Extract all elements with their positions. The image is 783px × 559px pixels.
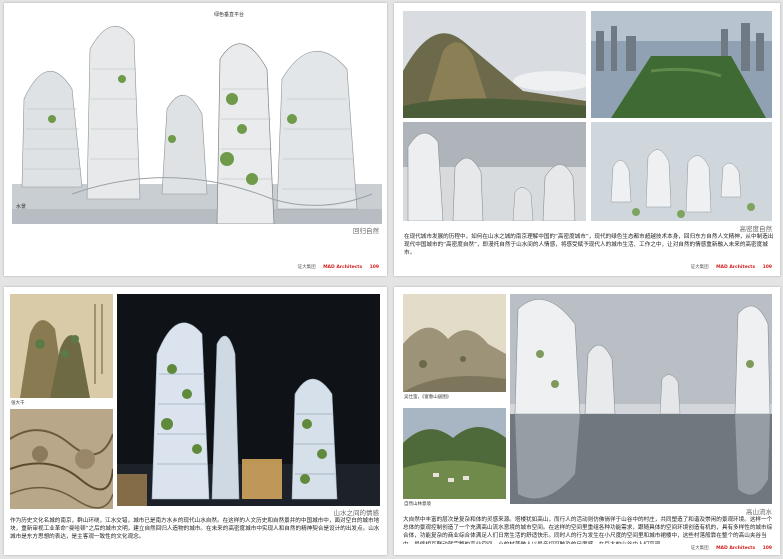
page-returning-to-nature: 绿色垂直平台 水景 回归自然 证大集团 MAD Architects 109 (4, 3, 387, 276)
page-footer: 证大集团 MAD Architects 109 (691, 545, 772, 551)
page-emotion-between-mountains: 张大千 山水之间的情感 作为历史文化名城的南京，群山环绕，江水交错，城市已是南方… (4, 287, 387, 555)
rock-texture-painting (10, 409, 113, 509)
mountain-photo (403, 11, 586, 118)
page-caption: 高密度自然 (739, 225, 773, 233)
towers-reflection-rendering (510, 294, 772, 504)
page-caption: 山水之间的情感 (333, 509, 380, 517)
footer-brand: MAD Architects (716, 546, 756, 551)
painting-label: 吴仕蛮，《富春山居图》 (404, 395, 452, 400)
water-annotation: 水景 (16, 204, 27, 210)
footer-page-number: 109 (762, 546, 772, 551)
page-footer: 证大集团 MAD Architects 109 (298, 264, 379, 270)
page-high-mountains-flowing-water: 吴仕蛮，《富春山居图》 自然山林意境 高山流水 大自然中丰富的层次是复杂和体的灵… (394, 287, 780, 555)
rendering-elevation-image (12, 9, 382, 224)
artist-label: 张大千 (11, 401, 25, 406)
footer-brand: MAD Architects (716, 265, 756, 270)
green-platform-annotation: 绿色垂直平台 (214, 12, 245, 18)
footer-brand: MAD Architects (323, 265, 363, 270)
footer-corp: 证大集团 (690, 265, 709, 270)
body-paragraph: 大自然中丰富的层次是复杂和体的灵感来源。塔楼犹如高山，而行人的活动则仿佛徜徉于山… (403, 517, 773, 544)
footer-corp: 证大集团 (690, 546, 709, 551)
page-caption: 回归自然 (353, 227, 379, 235)
zhang-daqian-painting (10, 294, 113, 398)
body-paragraph: 作为历史文化名城的南京，群山环绕，江水交错，城市已是南方水乡的现代山水自然。在这… (10, 518, 380, 541)
footer-page-number: 109 (369, 265, 379, 270)
footer-page-number: 109 (762, 265, 772, 270)
night-towers-rendering (117, 294, 380, 506)
photo-label: 自然山林意境 (404, 502, 431, 507)
page-high-density-nature: 高密度自然 在现代城市发展的历程中，如何在山水之城的南京理解中国的“高密度城市”… (394, 3, 780, 276)
page-caption: 高山流水 (746, 508, 772, 516)
city-park-aerial-photo (591, 11, 772, 118)
traditional-landscape-painting (403, 294, 506, 392)
masterplan-aerial-rendering (591, 122, 772, 221)
mountain-village-photo (403, 408, 506, 499)
page-footer: 证大集团 MAD Architects 109 (691, 264, 772, 270)
towers-perspective-rendering (403, 122, 586, 221)
footer-corp: 证大集团 (297, 265, 316, 270)
body-paragraph: 在现代城市发展的历程中，如何在山水之城的南京理解中国的“高密度城市”，现代的绿色… (404, 234, 774, 257)
